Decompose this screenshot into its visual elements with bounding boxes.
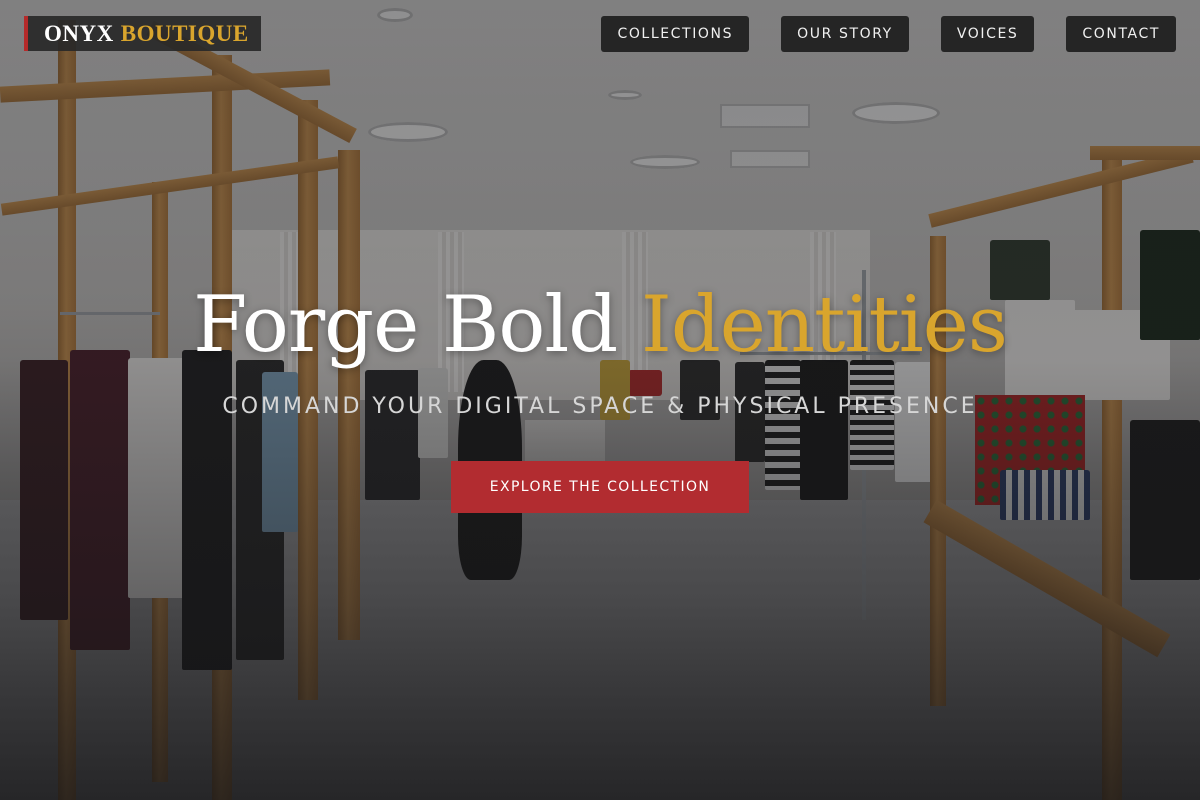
hero-headline: Forge Bold Identities	[0, 270, 1200, 380]
brand-logo[interactable]: ONYX BOUTIQUE	[24, 16, 261, 51]
nav-link-contact[interactable]: CONTACT	[1066, 16, 1176, 52]
nav-link-voices[interactable]: VOICES	[940, 16, 1035, 52]
hero-subheadline: COMMAND YOUR DIGITAL SPACE & PHYSICAL PR…	[222, 394, 978, 419]
explore-collection-button[interactable]: EXPLORE THE COLLECTION	[451, 461, 749, 513]
brand-logo-word-boutique: BOUTIQUE	[120, 20, 249, 46]
hero-headline-main: Forge Bold	[193, 280, 618, 370]
hero-headline-accent: Identities	[641, 280, 1008, 370]
nav-link-our-story[interactable]: OUR STORY	[781, 16, 909, 52]
hero-section: Forge Bold Identities COMMAND YOUR DIGIT…	[0, 270, 1200, 513]
main-nav: COLLECTIONS OUR STORY VOICES CONTACT	[601, 16, 1176, 52]
nav-link-collections[interactable]: COLLECTIONS	[601, 16, 750, 52]
brand-logo-word-onyx: ONYX	[44, 20, 114, 46]
